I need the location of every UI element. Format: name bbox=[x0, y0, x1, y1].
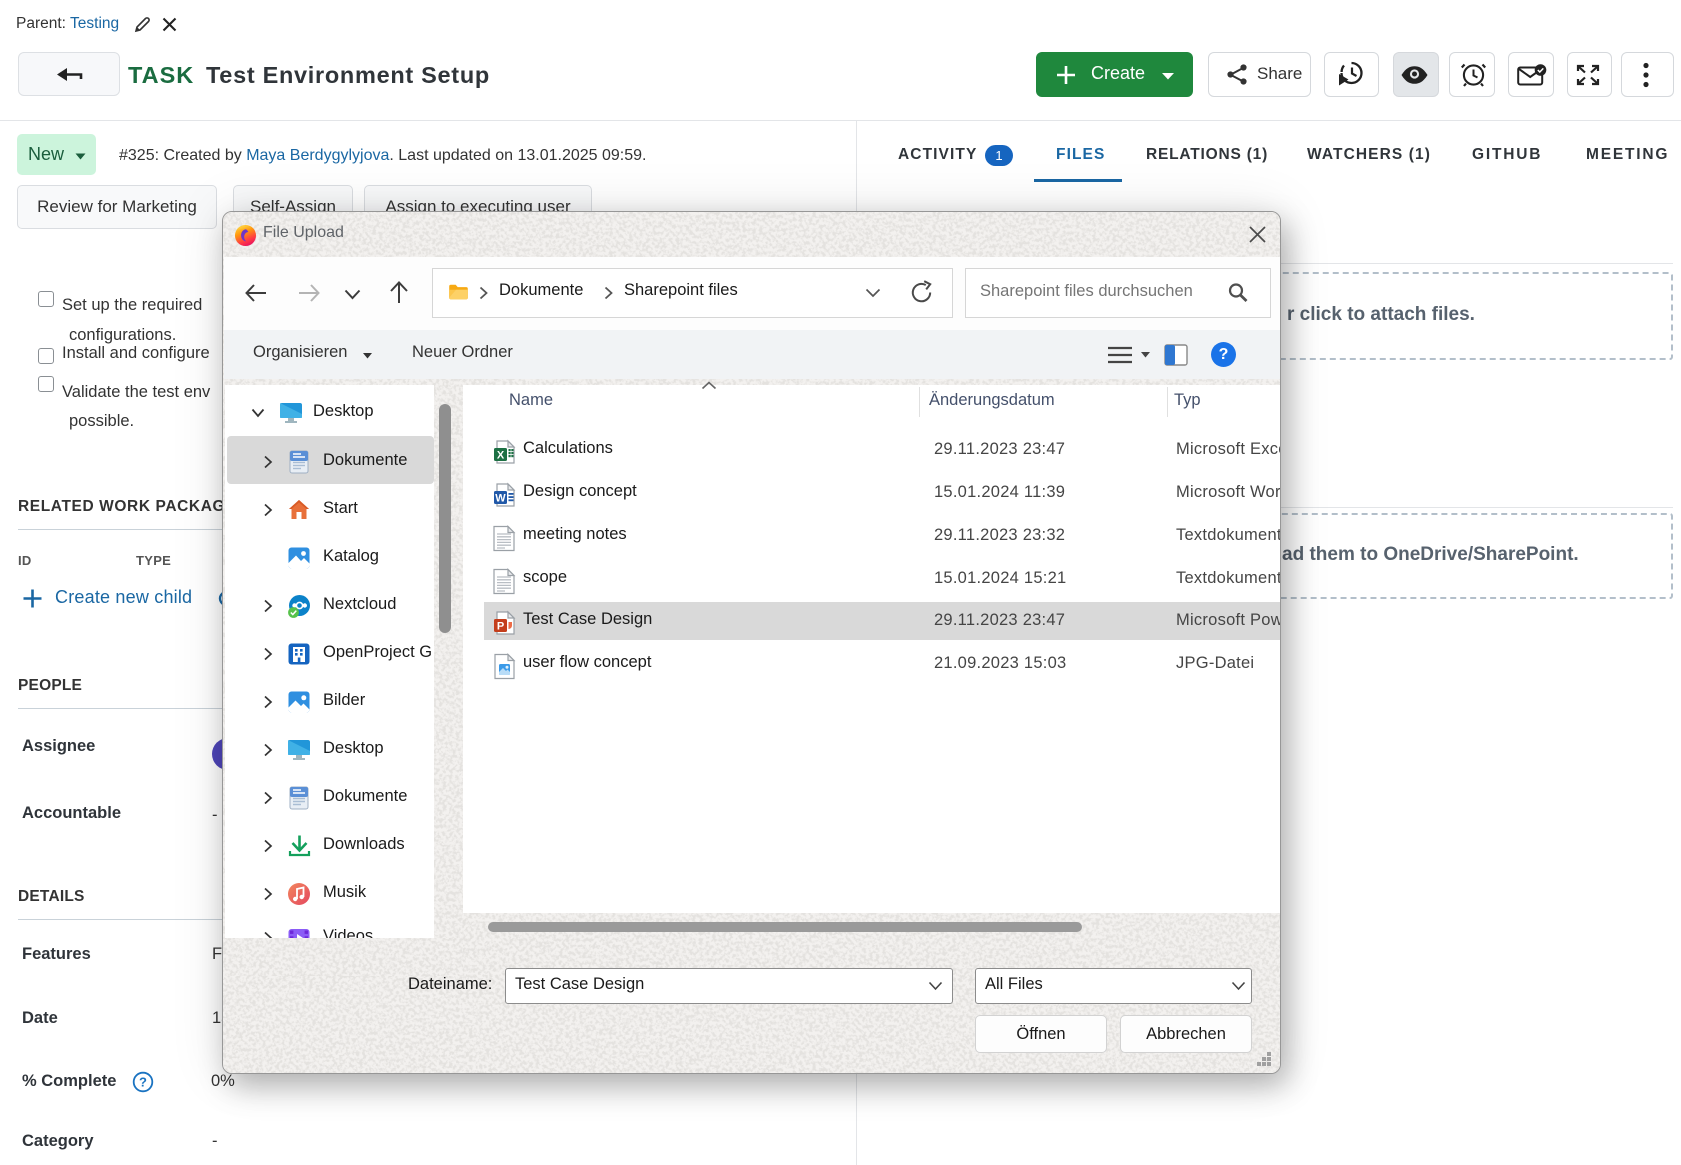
svg-text:W: W bbox=[495, 492, 506, 504]
svg-text:?: ? bbox=[139, 1075, 147, 1090]
svg-text:X: X bbox=[497, 449, 505, 461]
svg-text:P: P bbox=[497, 620, 504, 632]
